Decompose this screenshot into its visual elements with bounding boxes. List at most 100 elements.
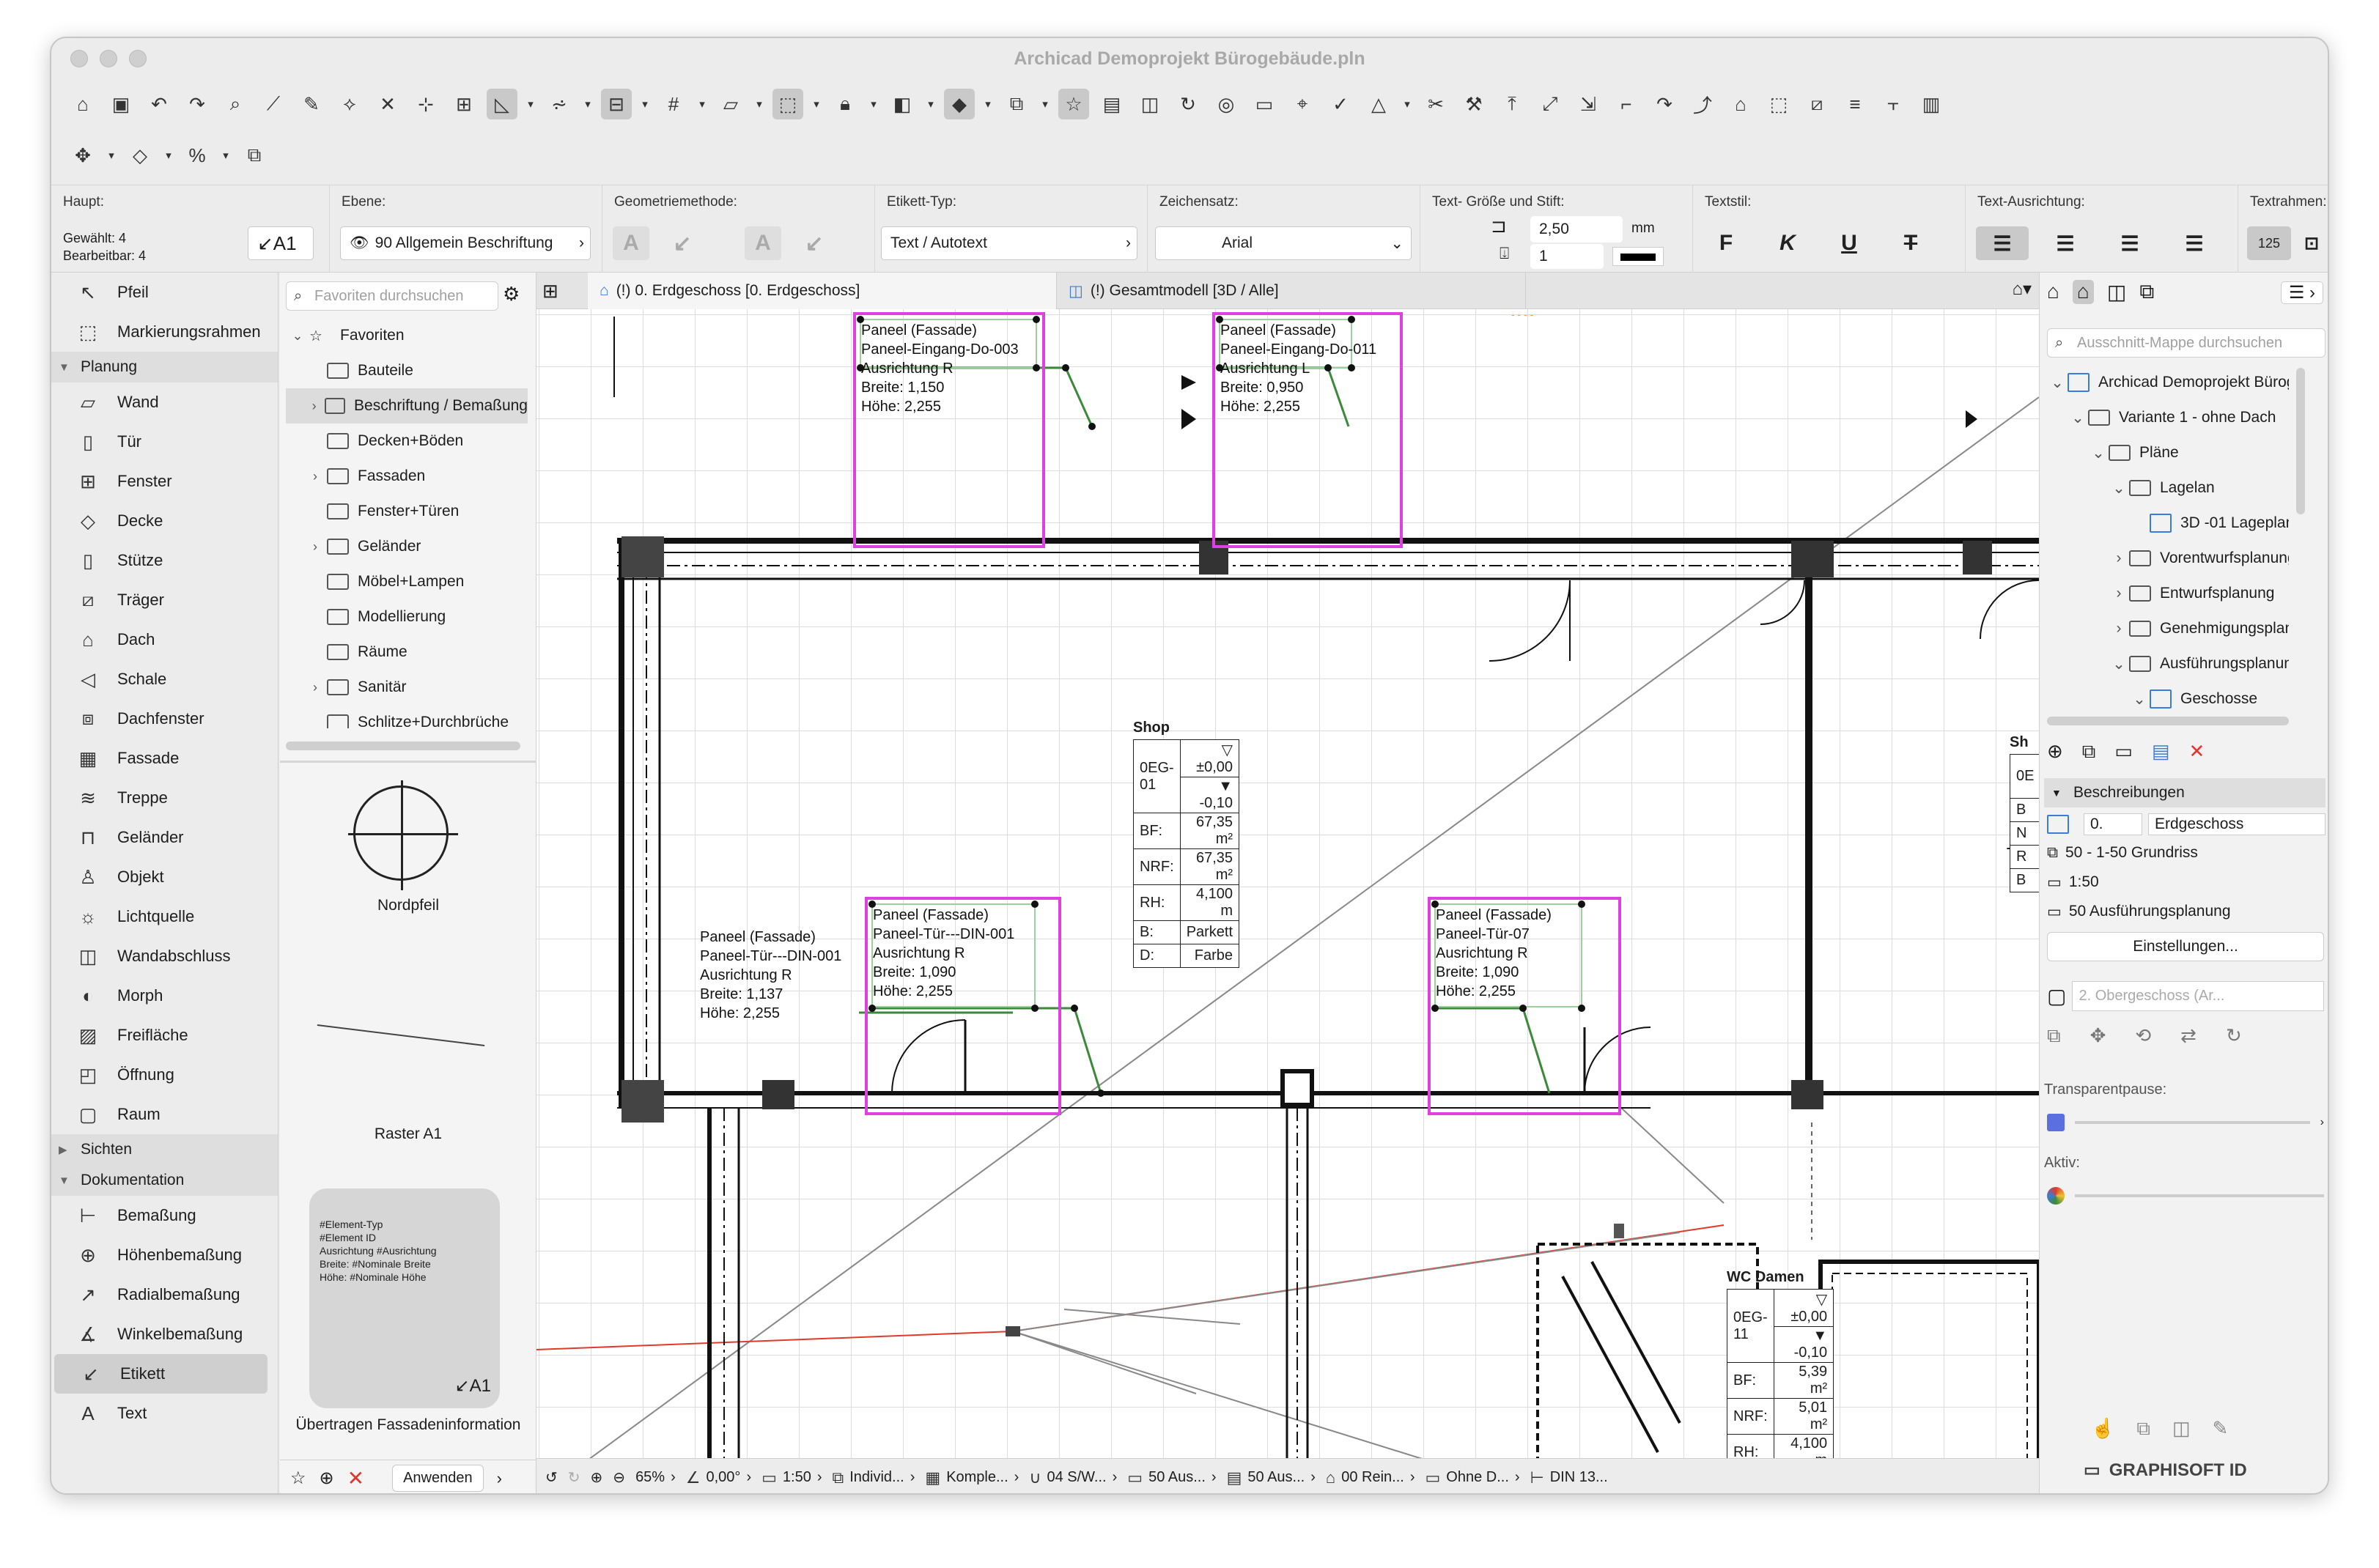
chevron-down-icon[interactable]: ▾ <box>1401 97 1413 111</box>
text-frame-button[interactable]: 125 <box>2247 226 2291 260</box>
tool-treppe[interactable]: ≋ Treppe <box>51 778 278 818</box>
view-settings-icon[interactable]: ▤ <box>2152 740 2170 763</box>
chevron-down-icon[interactable]: ▾ <box>582 97 594 111</box>
chevron-down-icon[interactable]: ▾ <box>106 149 117 162</box>
plane-icon[interactable]: ⏥ <box>715 89 746 119</box>
tool-freifla-che[interactable]: ▨ Freifläche <box>51 1016 278 1055</box>
favorites-folder-ra-ume[interactable]: Räume <box>286 635 528 670</box>
clone-view-icon[interactable]: ⧉ <box>2082 740 2096 763</box>
zoom-field[interactable]: 65% › <box>635 1469 676 1486</box>
tool-morph[interactable]: ◐ Morph <box>51 976 278 1016</box>
tool-wandabschluss[interactable]: ◫ Wandabschluss <box>51 936 278 976</box>
copy-icon[interactable]: ⧉ <box>239 140 270 171</box>
section-planung[interactable]: ▼ Planung <box>51 352 278 382</box>
tool-radialbema-ung[interactable]: ↗ Radialbemaßung <box>51 1275 278 1314</box>
favorites-folder-mo-bel-lampen[interactable]: Möbel+Lampen <box>286 564 528 599</box>
tab-erdgeschoss[interactable]: ⌂ (!) 0. Erdgeschoss [0. Erdgeschoss] <box>588 273 1057 309</box>
gear-icon[interactable]: ⚙ <box>503 283 520 306</box>
geometry-method-1-icon[interactable]: A <box>613 226 649 260</box>
favorites-folder-fenster-tu-ren[interactable]: Fenster+Türen <box>286 494 528 529</box>
hand-icon[interactable]: ☝ <box>2091 1417 2114 1441</box>
renovation-field[interactable]: ⌂ 00 Rein... › <box>1326 1468 1415 1487</box>
inject-icon[interactable]: ✎ <box>296 89 327 119</box>
tool-dachfenster[interactable]: ⧈ Dachfenster <box>51 699 278 739</box>
pick-up-icon[interactable]: ⟋ <box>258 89 289 119</box>
trace-icon[interactable]: ⧉ <box>2047 1024 2061 1048</box>
snap-icon[interactable]: ✕ <box>372 89 403 119</box>
graphisoft-id-label[interactable]: GRAPHISOFT ID <box>2109 1460 2247 1481</box>
split-icon[interactable]: ⇲ <box>1573 89 1604 119</box>
favorites-scrollbar[interactable] <box>286 742 520 750</box>
graphic-override-field[interactable]: ▤ 50 Aus... › <box>1227 1468 1316 1487</box>
favorites-star-icon[interactable]: ☆ <box>1058 89 1089 119</box>
view-id-field[interactable]: 0. <box>2084 813 2142 835</box>
window-icon[interactable]: ▭ <box>2084 1460 2100 1481</box>
chevron-down-icon[interactable]: ▾ <box>696 97 708 111</box>
tool-tu-r[interactable]: ▯ Tür <box>51 422 278 462</box>
view-map-item[interactable]: › Vorentwurfsplanung <box>2040 541 2289 576</box>
project-map-icon[interactable]: ⌂ <box>2047 280 2059 304</box>
elevate-icon[interactable]: ⤒ <box>1497 89 1527 119</box>
delete-view-icon[interactable]: ✕ <box>2189 740 2205 763</box>
pen-color-swatch[interactable] <box>1612 247 1664 266</box>
settings-button[interactable]: Einstellungen... <box>2047 932 2324 961</box>
model-display-field[interactable]: ▦ Komple... › <box>925 1468 1019 1487</box>
views-icon[interactable]: ⧉ <box>2136 1417 2150 1441</box>
measure-icon[interactable]: ⊞ <box>449 89 479 119</box>
fill-icon[interactable]: ◇ <box>125 140 155 171</box>
tool-pfeil[interactable]: ↖ Pfeil <box>51 273 278 312</box>
chevron-down-icon[interactable]: ▾ <box>1039 97 1051 111</box>
view-map-item[interactable]: ⌄ Archicad Demoprojekt Bürogebäude <box>2040 365 2289 400</box>
geometry-method-3-icon[interactable]: A <box>745 226 781 260</box>
move-reference-icon[interactable]: ✥ <box>2090 1024 2106 1048</box>
color-wheel-icon[interactable] <box>2047 1187 2065 1205</box>
favorite-add-icon[interactable]: ⊕ <box>320 1468 334 1489</box>
new-folder-icon[interactable]: ▭ <box>2114 740 2133 763</box>
angle-field[interactable]: ∠ 0,00° › <box>686 1468 751 1487</box>
layer-combo-field[interactable]: ⧉ Individ... › <box>833 1468 915 1487</box>
favorite-new-icon[interactable]: ☆ <box>290 1468 306 1489</box>
close-window-button[interactable] <box>70 50 88 67</box>
align-justify-icon[interactable]: ☰ <box>2168 226 2221 260</box>
navigator-hscrollbar[interactable] <box>2047 717 2289 725</box>
layout-icon[interactable]: ◫ <box>1135 89 1165 119</box>
document-icon[interactable]: ▭ <box>1249 89 1280 119</box>
align-icon[interactable]: ⫟ <box>1878 89 1908 119</box>
undo-view-icon[interactable]: ↺ <box>545 1468 558 1487</box>
structure-field[interactable]: ▭ Ohne D... › <box>1425 1468 1519 1487</box>
transfer-icon[interactable]: ⟡ <box>334 89 365 119</box>
distribute-icon[interactable]: ≡ <box>1840 89 1870 119</box>
scissors-icon[interactable]: ✂ <box>1420 89 1451 119</box>
grid-snap-icon[interactable]: ⊹ <box>410 89 441 119</box>
resize-icon[interactable]: ⤢ <box>1535 89 1565 119</box>
view-map-item[interactable]: ⌄ Pläne <box>2040 435 2289 470</box>
publisher-icon[interactable]: ⧉ <box>2139 280 2154 304</box>
redo-icon[interactable]: ↷ <box>182 89 213 119</box>
new-view-icon[interactable]: ⊕ <box>2047 740 2063 763</box>
preview-fassade-tile[interactable]: #Element-Typ #Element ID Ausrichtung #Au… <box>309 1188 500 1408</box>
tool-markierungsrahmen[interactable]: ⬚ Markierungsrahmen <box>51 312 278 352</box>
pen-input[interactable]: 1 <box>1530 244 1604 269</box>
grid-icon[interactable]: # <box>658 89 689 119</box>
favorites-folder-beschriftung-bema-ung[interactable]: › Beschriftung / Bemaßung <box>286 388 528 424</box>
align-right-icon[interactable]: ☰ <box>2103 226 2156 260</box>
chevron-down-icon[interactable]: ▾ <box>868 97 879 111</box>
redo-view-icon[interactable]: ↻ <box>568 1468 580 1487</box>
guide-lines-icon[interactable]: ◺ <box>487 89 517 119</box>
tool-wand[interactable]: ▱ Wand <box>51 382 278 422</box>
favorites-folder-schlitze-durchbru-che[interactable]: Schlitze+Durchbrüche <box>286 705 528 728</box>
favorites-folder-gela-nder[interactable]: › Geländer <box>286 529 528 564</box>
tool-objekt[interactable]: ♙ Objekt <box>51 857 278 897</box>
strikethrough-button[interactable]: T <box>1892 226 1929 260</box>
layer-combo-icon[interactable]: ⊟ <box>601 89 632 119</box>
favorites-search-input[interactable]: ⌕ Favoriten durchsuchen <box>286 281 498 311</box>
curve-icon[interactable]: ↷ <box>1649 89 1680 119</box>
minimize-window-button[interactable] <box>100 50 117 67</box>
navigator-scrollbar[interactable] <box>2296 368 2305 514</box>
section-sichten[interactable]: ▶ Sichten <box>51 1134 278 1165</box>
tool-tra-ger[interactable]: ⧄ Träger <box>51 580 278 620</box>
facade-label-3[interactable]: Paneel (Fassade) Paneel-Tür---DIN-001 Au… <box>700 928 841 1023</box>
tool-bema-ung[interactable]: ⊢ Bemaßung <box>51 1196 278 1235</box>
geometry-method-2-icon[interactable]: ↙ <box>664 226 701 260</box>
tool-winkelbema-ung[interactable]: ∡ Winkelbemaßung <box>51 1314 278 1354</box>
